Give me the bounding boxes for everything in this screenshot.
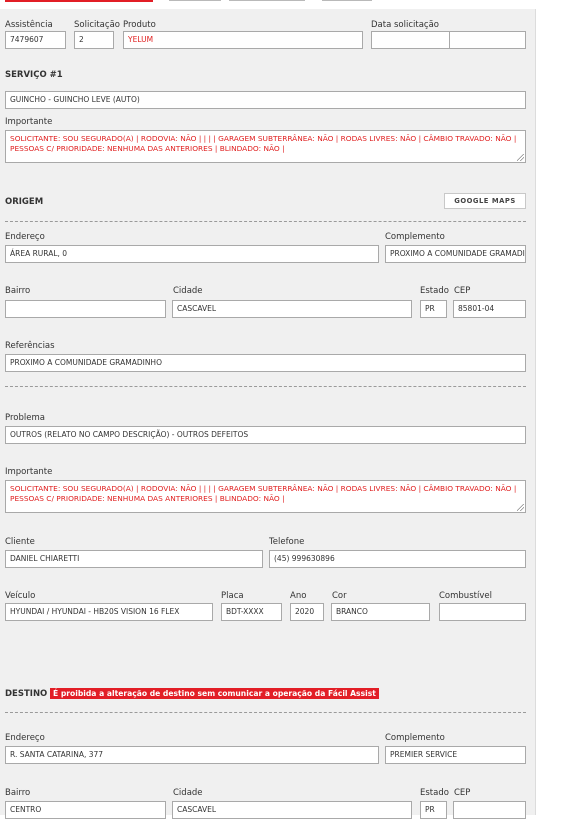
produto-field[interactable]: YELUM [123,31,363,49]
problema-label: Problema [5,413,45,423]
resize-grip-icon[interactable] [517,504,524,511]
origem-endereco-field[interactable]: ÁREA RURAL, 0 [5,245,379,263]
importante-text: SOLICITANTE: SOU SEGURADO(A) | RODOVIA: … [10,484,517,503]
origem-title: ORIGEM [5,197,44,207]
telefone-field[interactable]: (45) 999630896 [269,550,526,568]
destino-endereco-field[interactable]: R. SANTA CATARINA, 377 [5,746,379,764]
destino-cidade-field[interactable]: CASCAVEL [172,801,412,819]
combustivel-field[interactable] [439,603,526,621]
section-divider [5,386,526,387]
cidade-label: Cidade [173,286,203,296]
cor-label: Cor [332,591,347,601]
tab-active-indicator[interactable] [5,0,153,2]
telefone-label: Telefone [269,537,305,547]
destino-bairro-field[interactable]: CENTRO [5,801,166,819]
ano-field[interactable]: 2020 [290,603,324,621]
veiculo-field[interactable]: HYUNDAI / HYUNDAI - HB20S VISION 16 FLEX [5,603,213,621]
veiculo-label: Veículo [5,591,36,601]
service-title: SERVIÇO #1 [5,70,63,80]
destino-cep-field[interactable] [453,801,526,819]
solicitacao-label: Solicitação [74,20,120,30]
referencias-label: Referências [5,341,55,351]
cor-field[interactable]: BRANCO [331,603,430,621]
cep-label: CEP [454,788,471,798]
tab-indicator[interactable] [229,0,305,1]
placa-field[interactable]: BDT-XXXX [221,603,282,621]
section-divider [5,712,526,713]
cliente-field[interactable]: DANIEL CHIARETTI [5,550,263,568]
solicitacao-field[interactable]: 2 [74,31,114,49]
section-divider [5,221,526,222]
origem-cidade-field[interactable]: CASCAVEL [172,300,412,318]
referencias-field[interactable]: PROXIMO A COMUNIDADE GRAMADINHO [5,354,526,372]
cliente-label: Cliente [5,537,35,547]
estado-label: Estado [420,788,449,798]
importante-textarea[interactable]: SOLICITANTE: SOU SEGURADO(A) | RODOVIA: … [5,130,526,163]
combustivel-label: Combustível [439,591,492,601]
complemento-label: Complemento [385,733,445,743]
origem-complemento-field[interactable]: PROXIMO A COMUNIDADE GRAMADI [385,245,526,263]
data-solicitacao-label: Data solicitação [371,20,440,30]
resize-grip-icon[interactable] [517,154,524,161]
data-solicitacao-field[interactable] [371,31,450,49]
produto-label: Produto [123,20,156,30]
google-maps-button[interactable]: GOOGLE MAPS [444,193,526,209]
bairro-label: Bairro [5,286,31,296]
placa-label: Placa [221,591,244,601]
estado-label: Estado [420,286,449,296]
destino-estado-field[interactable]: PR [420,801,447,819]
assistencia-field[interactable]: 7479607 [5,31,66,49]
importante-label: Importante [5,117,53,127]
endereco-label: Endereço [5,733,45,743]
cidade-label: Cidade [173,788,203,798]
origem-estado-field[interactable]: PR [420,300,447,318]
cep-label: CEP [454,286,471,296]
tab-indicator[interactable] [169,0,221,1]
service-type-field[interactable]: GUINCHO - GUINCHO LEVE (AUTO) [5,91,526,109]
origem-cep-field[interactable]: 85801-04 [453,300,526,318]
problema-field[interactable]: OUTROS (RELATO NO CAMPO DESCRIÇÃO) - OUT… [5,426,526,444]
destino-title: DESTINO [5,689,48,699]
destino-complemento-field[interactable]: PREMIER SERVICE [385,746,526,764]
bairro-label: Bairro [5,788,31,798]
tab-indicator[interactable] [322,0,372,1]
origem-bairro-field[interactable] [5,300,166,318]
importante-label: Importante [5,467,53,477]
importante-text: SOLICITANTE: SOU SEGURADO(A) | RODOVIA: … [10,134,517,153]
assistencia-label: Assistência [5,20,53,30]
hora-solicitacao-field[interactable] [449,31,526,49]
problema-importante-textarea[interactable]: SOLICITANTE: SOU SEGURADO(A) | RODOVIA: … [5,480,526,513]
ano-label: Ano [290,591,307,601]
complemento-label: Complemento [385,232,445,242]
endereco-label: Endereço [5,232,45,242]
destino-warning-badge: É proibida a alteração de destino sem co… [50,688,379,699]
